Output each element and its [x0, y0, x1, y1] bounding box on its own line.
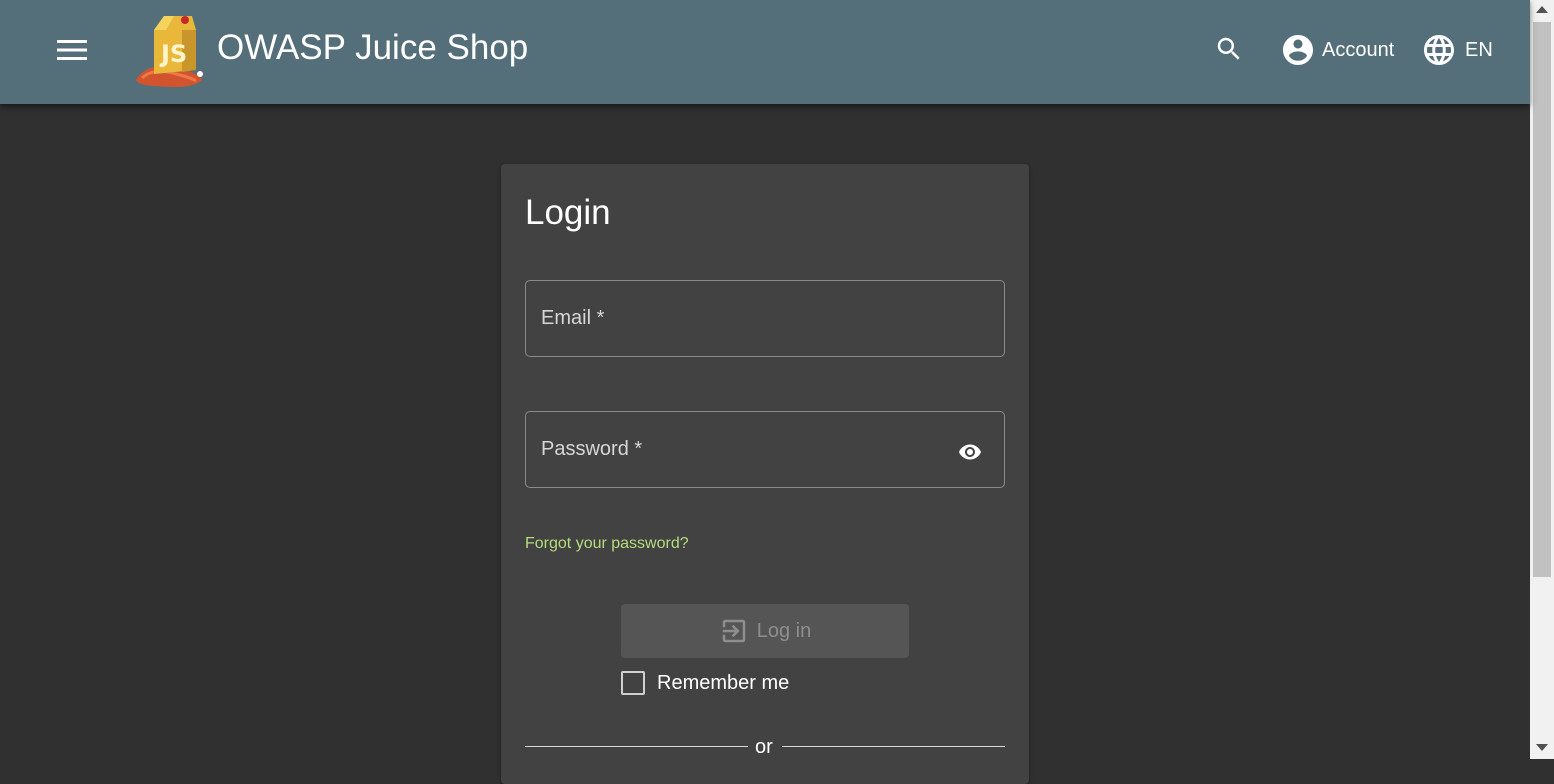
login-button-label: Log in	[756, 619, 812, 642]
password-field[interactable]: Password *	[525, 411, 1005, 488]
email-input[interactable]	[541, 301, 961, 337]
password-input[interactable]	[541, 432, 961, 468]
scroll-thumb[interactable]	[1533, 22, 1551, 577]
menu-button[interactable]	[48, 26, 96, 74]
language-button[interactable]: EN	[1421, 30, 1493, 70]
divider-line-left	[525, 746, 748, 747]
remember-me-checkbox[interactable]: Remember me	[621, 671, 789, 695]
globe-icon	[1424, 35, 1454, 65]
scroll-down-arrow-icon[interactable]	[1536, 744, 1548, 751]
login-title: Login	[525, 193, 611, 232]
forgot-password-link[interactable]: Forgot your password?	[525, 535, 689, 553]
account-label: Account	[1322, 38, 1395, 61]
top-toolbar: JS OWASP Juice Shop Account EN	[0, 0, 1530, 104]
exit-to-app-icon	[722, 619, 745, 643]
page-scrollbar[interactable]	[1530, 0, 1554, 759]
juice-shop-logo[interactable]: JS	[134, 8, 206, 88]
divider-or: or	[755, 736, 773, 758]
scroll-up-arrow-icon[interactable]	[1536, 6, 1548, 13]
account-circle-icon	[1283, 35, 1313, 65]
search-button[interactable]	[1206, 26, 1252, 72]
checkbox-box[interactable]	[621, 671, 645, 695]
login-card: Login Email * Password * Forgot your pas…	[501, 164, 1029, 784]
language-label: EN	[1465, 38, 1493, 61]
app-title[interactable]: OWASP Juice Shop	[217, 27, 528, 69]
svg-text:JS: JS	[159, 40, 187, 68]
search-icon	[1217, 37, 1240, 60]
login-button[interactable]: Log in	[621, 604, 909, 658]
toggle-password-visibility-button[interactable]	[956, 440, 984, 464]
email-field[interactable]: Email *	[525, 280, 1005, 357]
remember-me-label: Remember me	[657, 671, 790, 694]
eye-icon	[959, 444, 981, 460]
menu-icon	[57, 40, 87, 60]
account-button[interactable]: Account	[1280, 30, 1394, 70]
divider-line-right	[782, 746, 1005, 747]
